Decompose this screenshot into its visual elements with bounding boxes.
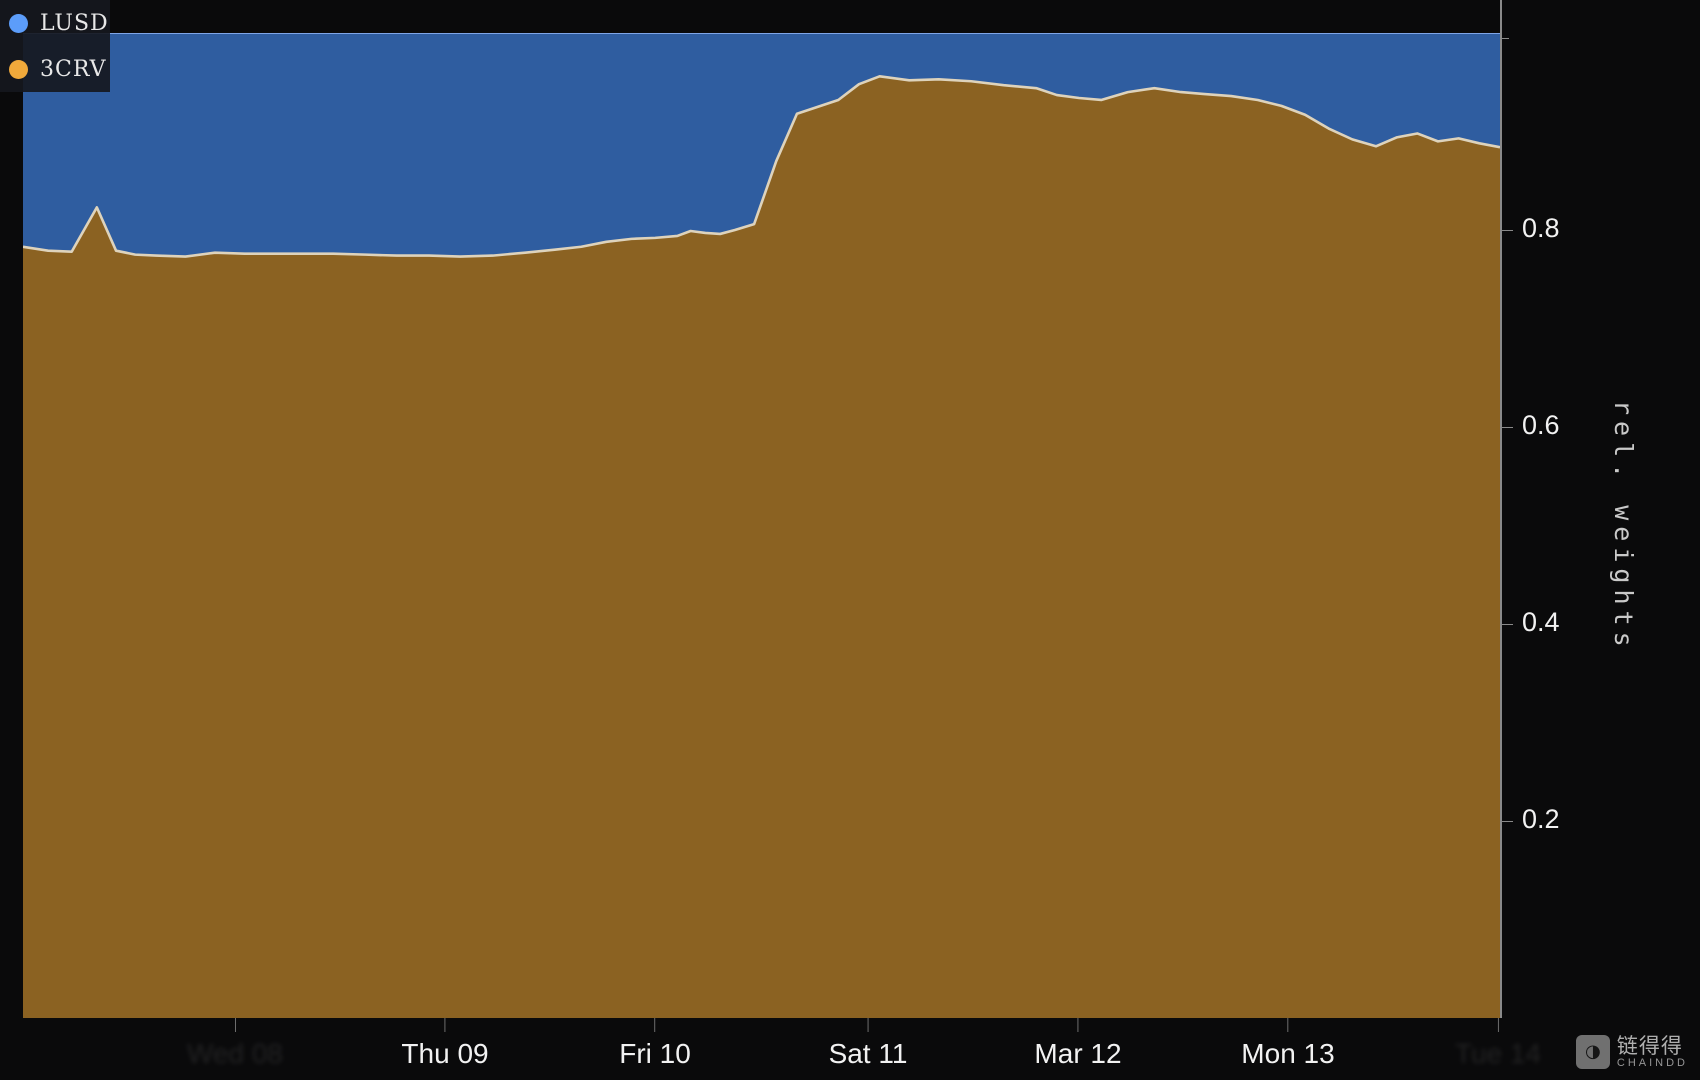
watermark-logo-icon: ◑ — [1575, 1035, 1610, 1070]
y-axis-tick: 0.8 — [1500, 213, 1560, 243]
y-axis-tick-line — [1500, 427, 1513, 428]
x-axis-tick-label: Tue 14 — [1454, 1038, 1542, 1069]
x-axis-tick: Thu 09 — [401, 1018, 489, 1070]
x-axis-tick-line — [444, 1018, 446, 1032]
y-axis-tick: 0.6 — [1500, 410, 1560, 440]
x-axis-tick: Tue 14 — [1455, 1018, 1541, 1070]
y-axis: 0.8 0.6 0.4 0.2 — [1500, 0, 1560, 1080]
x-axis-tick-line — [1497, 1018, 1499, 1032]
y-axis-tick-top — [1500, 38, 1560, 39]
area-series — [23, 33, 1500, 1018]
y-axis-tick-label: 0.6 — [1522, 410, 1560, 440]
watermark-name-en: CHAINDD — [1616, 1056, 1688, 1069]
x-axis-tick-label: Mar 12 — [1034, 1038, 1122, 1069]
x-axis-tick-line — [234, 1018, 236, 1032]
chart-screenshot: LUSD 3CRV 0.8 0.6 0.4 0.2 rel. weights Wed … — [0, 0, 1700, 1080]
legend-label-lusd: LUSD — [40, 10, 109, 36]
watermark-glyph: ◑ — [1585, 1041, 1601, 1063]
circle-marker-icon — [9, 13, 28, 33]
plot-area — [23, 33, 1500, 1018]
x-axis-tick-label: Fri 10 — [619, 1038, 691, 1069]
legend-item-3crv[interactable]: 3CRV — [0, 46, 110, 92]
y-axis-tick-label: 0.4 — [1522, 607, 1560, 637]
x-axis-tick-line — [1077, 1018, 1079, 1032]
x-axis-tick-label: Wed 08 — [187, 1038, 283, 1069]
watermark: ◑ 链得得 CHAINDD — [1575, 1035, 1688, 1070]
x-axis-tick: Wed 08 — [187, 1018, 283, 1070]
y-axis-tick-line — [1500, 624, 1513, 625]
x-axis-tick-line — [867, 1018, 869, 1032]
x-axis-tick: Fri 10 — [619, 1018, 691, 1070]
y-axis-tick-label: 0.2 — [1522, 804, 1560, 834]
x-axis: Wed 08 Thu 09 Fri 10 Sat 11 Mar 12 Mon 13 Tue … — [0, 1018, 1700, 1080]
watermark-text: 链得得 CHAINDD — [1617, 1035, 1688, 1070]
x-axis-tick: Mar 12 — [1034, 1018, 1122, 1070]
x-axis-tick: Sat 11 — [828, 1018, 908, 1070]
stacked-area-chart — [23, 33, 1500, 1018]
y-axis-tick-line — [1500, 821, 1513, 822]
x-axis-tick: Mon 13 — [1241, 1018, 1335, 1070]
x-axis-tick-line — [654, 1018, 656, 1032]
y-axis-tick: 0.4 — [1500, 607, 1560, 637]
legend-label-3crv: 3CRV — [40, 56, 107, 82]
x-axis-tick-label: Thu 09 — [401, 1038, 489, 1069]
y-axis-tick-line — [1500, 38, 1509, 39]
watermark-name-cn: 链得得 — [1616, 1033, 1683, 1058]
y-axis-tick-label: 0.8 — [1522, 213, 1560, 243]
legend-item-lusd[interactable]: LUSD — [0, 0, 110, 46]
chart-legend: LUSD 3CRV — [0, 0, 110, 92]
y-axis-tick-line — [1500, 230, 1513, 231]
x-axis-tick-label: Sat 11 — [828, 1038, 908, 1069]
y-axis-line — [1500, 0, 1502, 1018]
y-axis-title: rel. weights — [1609, 400, 1638, 653]
y-axis-tick: 0.2 — [1500, 804, 1560, 834]
x-axis-tick-line — [1287, 1018, 1289, 1032]
x-axis-tick-label: Mon 13 — [1241, 1038, 1335, 1069]
circle-marker-icon — [9, 59, 28, 79]
